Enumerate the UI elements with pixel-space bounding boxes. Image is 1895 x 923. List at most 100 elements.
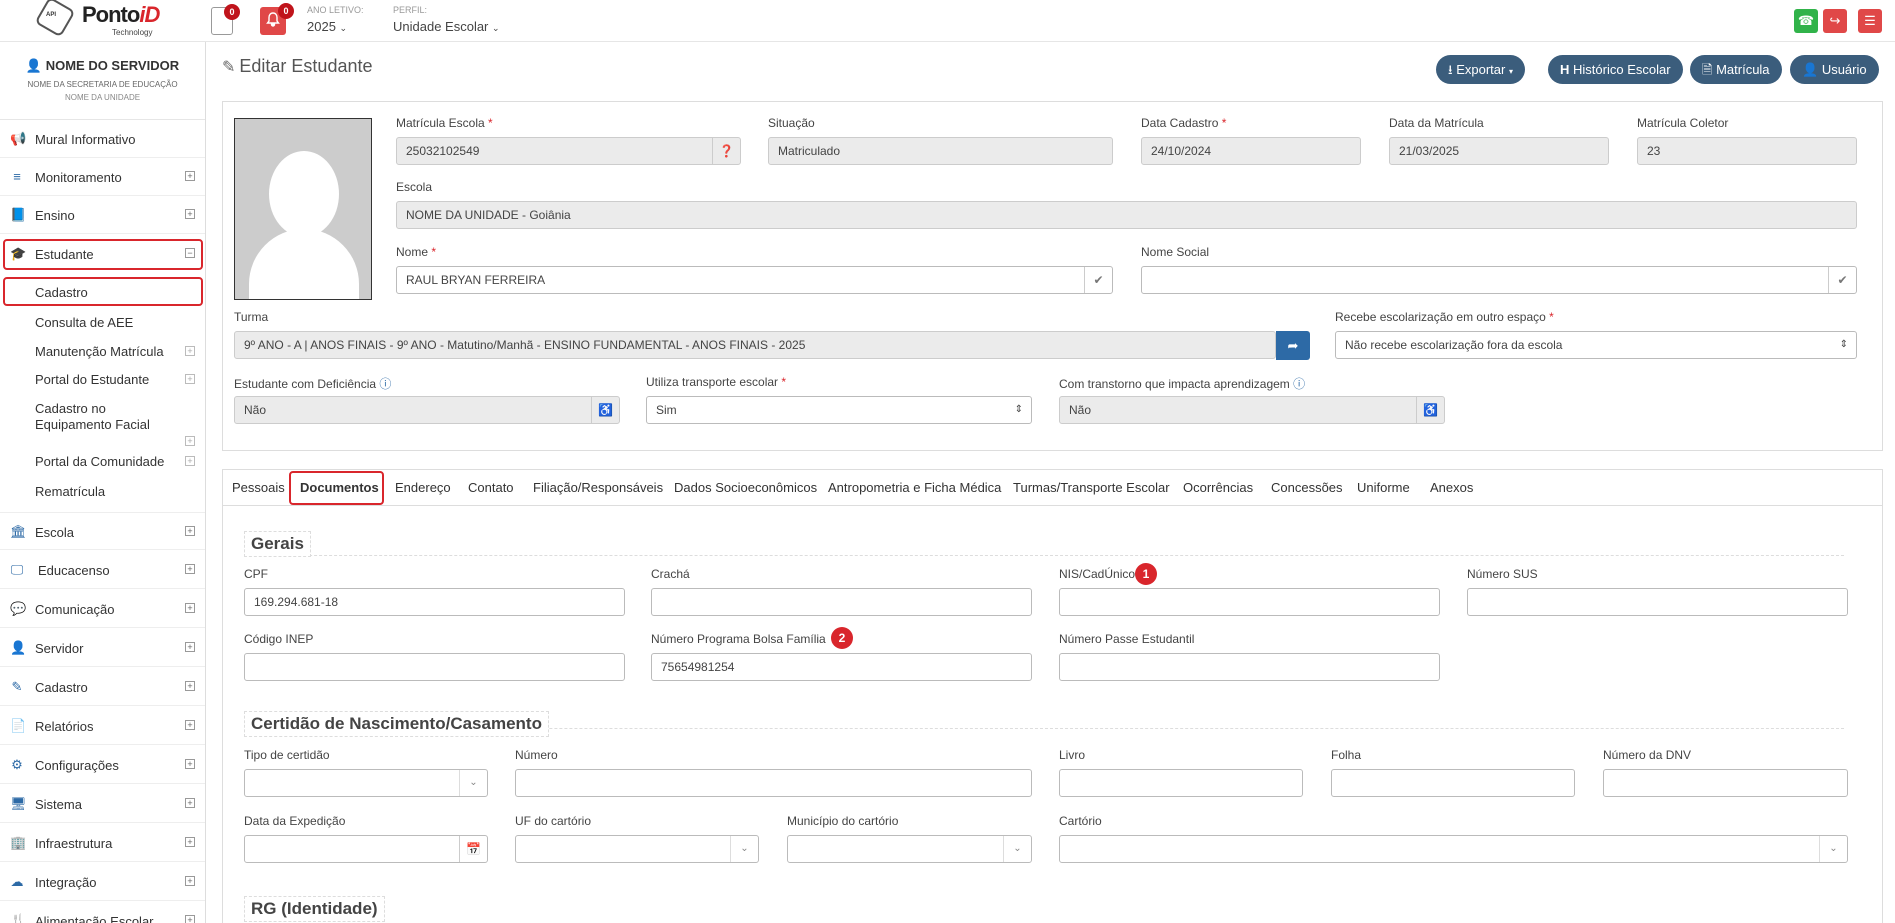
tab-filiacao[interactable]: Filiação/Responsáveis [533, 480, 663, 495]
sidebar-item-ensino[interactable]: 📘 Ensino + [0, 196, 205, 234]
data-cadastro-field[interactable]: 24/10/2024 [1141, 137, 1361, 165]
dnv-field[interactable] [1603, 769, 1848, 797]
sidebar-item-servidor[interactable]: 👤 Servidor + [0, 629, 205, 667]
cracha-label: Crachá [651, 567, 690, 581]
user-icon: 👤 [25, 58, 43, 73]
sidebar-subitem-manutencao-matricula[interactable]: Manutenção Matrícula + [0, 344, 205, 364]
data-expedicao-field[interactable]: 📅 [244, 835, 488, 863]
chevron-down-icon: ⌄ [1003, 836, 1031, 862]
transporte-select[interactable]: Sim ⇕ [646, 396, 1032, 424]
menu-button[interactable]: ☰ [1858, 9, 1882, 33]
passe-estudantil-field[interactable] [1059, 653, 1440, 681]
tab-uniforme[interactable]: Uniforme [1357, 480, 1410, 495]
matricula-escola-field[interactable]: 25032102549 ❓ [396, 137, 741, 165]
situacao-field[interactable]: Matriculado [768, 137, 1113, 165]
matricula-button[interactable]: 🗎 Matrícula [1690, 55, 1782, 84]
sidebar-subitem-portal-estudante[interactable]: Portal do Estudante + [0, 372, 205, 392]
sidebar-item-relatorios[interactable]: 📄 Relatórios + [0, 707, 205, 745]
export-button[interactable]: ⭳ Exportar ▾ [1436, 55, 1525, 84]
turma-field[interactable]: 9º ANO - A | ANOS FINAIS - 9º ANO - Matu… [234, 331, 1276, 359]
sidebar-item-label: Escola [35, 525, 75, 540]
nome-social-field[interactable]: ✔ [1141, 266, 1857, 294]
tab-contato[interactable]: Contato [468, 480, 514, 495]
download-icon: ⭳ [1448, 62, 1453, 77]
sidebar-item-alimentacao[interactable]: 🍴 Alimentação Escolar + [0, 902, 205, 923]
turma-transfer-button[interactable]: ➦ [1276, 331, 1310, 360]
tab-endereco[interactable]: Endereço [395, 480, 451, 495]
student-photo[interactable] [234, 118, 372, 300]
data-matricula-field[interactable]: 21/03/2025 [1389, 137, 1609, 165]
user-icon: 👤 [10, 640, 27, 655]
info-icon[interactable]: ⓘ [379, 377, 391, 391]
tab-socioeconomicos[interactable]: Dados Socioeconômicos [674, 480, 817, 495]
numero-field[interactable] [515, 769, 1032, 797]
recebe-escolarizacao-select[interactable]: Não recebe escolarização fora da escola ⇕ [1335, 331, 1857, 359]
user-icon: 👤 [1802, 62, 1819, 77]
cpf-field[interactable]: 169.294.681-18 [244, 588, 625, 616]
sidebar-subitem-equipamento-facial[interactable]: Cadastro no Equipamento Facial + [0, 401, 205, 451]
sidebar-item-sistema[interactable]: 🖥 Sistema + [0, 785, 205, 823]
tab-turmas-transporte[interactable]: Turmas/Transporte Escolar [1013, 480, 1170, 495]
bolsa-familia-field[interactable]: 75654981254 [651, 653, 1032, 681]
nome-field[interactable]: RAUL BRYAN FERREIRA ✔ [396, 266, 1113, 294]
sidebar-item-monitoramento[interactable]: ≡ Monitoramento + [0, 158, 205, 196]
check-icon: ✔ [1084, 267, 1112, 293]
tab-ocorrencias[interactable]: Ocorrências [1183, 480, 1253, 495]
bell-notification-button[interactable]: 0 [260, 3, 294, 35]
sus-field[interactable] [1467, 588, 1848, 616]
sidebar-item-escola[interactable]: 🏛 Escola + [0, 512, 205, 550]
sidebar-item-educacenso[interactable]: 🖵 Educacenso + [0, 551, 205, 589]
expand-icon: + [185, 436, 195, 446]
sidebar-item-infraestrutura[interactable]: 🏢 Infraestrutura + [0, 824, 205, 862]
tab-antropometria[interactable]: Antropometria e Ficha Médica [828, 480, 1001, 495]
logout-button[interactable]: ↪ [1823, 9, 1847, 33]
dnv-label: Número da DNV [1603, 748, 1692, 762]
sidebar-item-label: Alimentação Escolar [35, 914, 154, 923]
edit-icon: ✎ [222, 59, 236, 76]
nis-field[interactable] [1059, 588, 1440, 616]
historico-escolar-button[interactable]: H Histórico Escolar [1548, 55, 1683, 84]
perfil-select[interactable]: Unidade Escolar ⌄ [393, 19, 500, 34]
escola-field[interactable]: NOME DA UNIDADE - Goiânia [396, 201, 1857, 229]
expand-icon: + [185, 456, 195, 466]
sidebar-item-comunicacao[interactable]: 💬 Comunicação + [0, 590, 205, 628]
desktop-icon: 🖥 [10, 796, 27, 811]
building-icon: 🏢 [10, 835, 27, 850]
cartorio-select[interactable]: ⌄ [1059, 835, 1848, 863]
help-icon[interactable]: ❓ [712, 138, 740, 164]
tipo-certidao-select[interactable]: ⌄ [244, 769, 488, 797]
sidebar-item-cadastro[interactable]: ✎ Cadastro + [0, 668, 205, 706]
nis-label: NIS/CadÚnico [1059, 567, 1136, 581]
calendar-icon[interactable]: 📅 [459, 836, 487, 862]
deficiencia-field[interactable]: Não ♿ [234, 396, 620, 424]
tab-anexos[interactable]: Anexos [1430, 480, 1473, 495]
info-icon[interactable]: ⓘ [1293, 377, 1305, 391]
sidebar-subitem-consulta-aee[interactable]: Consulta de AEE [0, 315, 205, 335]
tab-pessoais[interactable]: Pessoais [232, 480, 285, 495]
municipio-cartorio-select[interactable]: ⌄ [787, 835, 1032, 863]
sidebar-subitem-rematricula[interactable]: Rematrícula [0, 484, 205, 504]
transtorno-field[interactable]: Não ♿ [1059, 396, 1445, 424]
usuario-button[interactable]: 👤 Usuário [1790, 55, 1879, 84]
inep-field[interactable] [244, 653, 625, 681]
uf-cartorio-select[interactable]: ⌄ [515, 835, 759, 863]
ano-letivo-select[interactable]: 2025 ⌄ [307, 19, 347, 34]
sidebar: 👤 NOME DO SERVIDOR NOME DA SECRETARIA DE… [0, 42, 206, 923]
top-bar: API PontoiD Technology 0 0 ANO LETIVO: 2… [0, 0, 1895, 42]
document-notification-button[interactable]: 0 [211, 4, 240, 35]
matricula-coletor-field[interactable]: 23 [1637, 137, 1857, 165]
sidebar-item-label: Comunicação [35, 602, 115, 617]
megaphone-icon: 📢 [10, 131, 27, 146]
expand-icon: + [185, 564, 195, 574]
whatsapp-button[interactable]: ☎ [1794, 9, 1818, 33]
sidebar-item-configuracoes[interactable]: ⚙ Configurações + [0, 746, 205, 784]
sidebar-item-mural[interactable]: 📢 Mural Informativo [0, 120, 205, 158]
cracha-field[interactable] [651, 588, 1032, 616]
sidebar-subitem-portal-comunidade[interactable]: Portal da Comunidade + [0, 454, 205, 474]
sidebar-item-label: Servidor [35, 641, 84, 656]
livro-field[interactable] [1059, 769, 1303, 797]
folha-field[interactable] [1331, 769, 1575, 797]
cloud-icon: ☁ [10, 874, 24, 889]
sidebar-item-integracao[interactable]: ☁ Integração + [0, 863, 205, 901]
tab-concessoes[interactable]: Concessões [1271, 480, 1343, 495]
